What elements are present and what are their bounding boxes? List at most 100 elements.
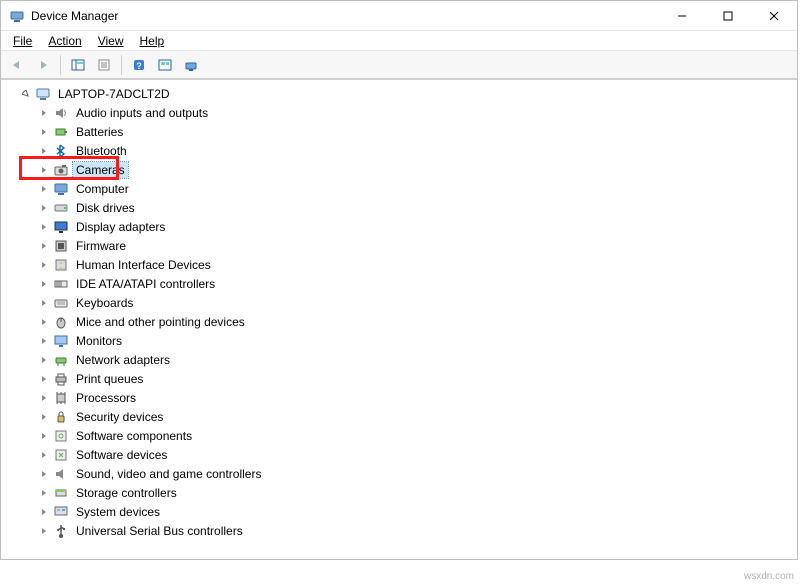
- menu-file[interactable]: File: [5, 32, 40, 50]
- maximize-button[interactable]: [705, 1, 751, 31]
- category-label: Print queues: [73, 371, 146, 387]
- tree-category-item[interactable]: Computer: [1, 179, 797, 198]
- softdev-icon: [53, 447, 69, 463]
- tree-category-item[interactable]: System devices: [1, 502, 797, 521]
- tree-category-item[interactable]: IDE ATA/ATAPI controllers: [1, 274, 797, 293]
- scan-hardware-button[interactable]: [153, 54, 177, 76]
- category-label: Storage controllers: [73, 485, 180, 501]
- category-label: Cameras: [73, 162, 128, 178]
- expander-icon[interactable]: [37, 258, 51, 272]
- category-label: Computer: [73, 181, 132, 197]
- expander-icon[interactable]: [37, 277, 51, 291]
- category-label: IDE ATA/ATAPI controllers: [73, 276, 218, 292]
- expander-icon[interactable]: [37, 353, 51, 367]
- window-title: Device Manager: [31, 9, 118, 23]
- cpu-icon: [53, 390, 69, 406]
- tree-category-item[interactable]: Universal Serial Bus controllers: [1, 521, 797, 540]
- speaker-icon: [53, 105, 69, 121]
- category-label: Software components: [73, 428, 195, 444]
- category-label: Human Interface Devices: [73, 257, 214, 273]
- tree-category-item[interactable]: Processors: [1, 388, 797, 407]
- tree-category-item[interactable]: Software devices: [1, 445, 797, 464]
- properties-button[interactable]: [92, 54, 116, 76]
- device-tree[interactable]: LAPTOP-7ADCLT2D Audio inputs and outputs…: [1, 79, 797, 559]
- tree-category-item[interactable]: Bluetooth: [1, 141, 797, 160]
- svg-text:?: ?: [136, 61, 142, 71]
- expander-icon[interactable]: [37, 391, 51, 405]
- toolbar: ?: [1, 51, 797, 79]
- tree-category-item[interactable]: Network adapters: [1, 350, 797, 369]
- titlebar: Device Manager: [1, 1, 797, 31]
- system-icon: [53, 504, 69, 520]
- expander-icon[interactable]: [37, 182, 51, 196]
- menu-view[interactable]: View: [90, 32, 132, 50]
- category-label: Display adapters: [73, 219, 168, 235]
- expander-icon[interactable]: [37, 239, 51, 253]
- expander-icon[interactable]: [37, 524, 51, 538]
- tree-category-item[interactable]: Monitors: [1, 331, 797, 350]
- expander-icon[interactable]: [37, 486, 51, 500]
- expander-icon[interactable]: [37, 372, 51, 386]
- category-label: Batteries: [73, 124, 126, 140]
- expander-icon[interactable]: [37, 163, 51, 177]
- forward-button[interactable]: [31, 54, 55, 76]
- expander-icon[interactable]: [37, 429, 51, 443]
- tree-category-item[interactable]: Storage controllers: [1, 483, 797, 502]
- expander-icon[interactable]: [19, 87, 33, 101]
- tree-category-item[interactable]: Security devices: [1, 407, 797, 426]
- tree-category-item[interactable]: Disk drives: [1, 198, 797, 217]
- expander-icon[interactable]: [37, 467, 51, 481]
- category-label: Audio inputs and outputs: [73, 105, 211, 121]
- expander-icon[interactable]: [37, 220, 51, 234]
- battery-icon: [53, 124, 69, 140]
- app-icon: [9, 8, 25, 24]
- expander-icon[interactable]: [37, 505, 51, 519]
- show-hide-console-tree-button[interactable]: [66, 54, 90, 76]
- computer-name-label: LAPTOP-7ADCLT2D: [55, 86, 173, 102]
- tree-root-computer[interactable]: LAPTOP-7ADCLT2D: [1, 84, 797, 103]
- category-label: Mice and other pointing devices: [73, 314, 248, 330]
- menu-help[interactable]: Help: [132, 32, 173, 50]
- tree-category-item[interactable]: Print queues: [1, 369, 797, 388]
- tree-category-item[interactable]: Keyboards: [1, 293, 797, 312]
- expander-icon[interactable]: [37, 125, 51, 139]
- firmware-icon: [53, 238, 69, 254]
- storage-icon: [53, 485, 69, 501]
- ide-icon: [53, 276, 69, 292]
- tree-category-item[interactable]: Human Interface Devices: [1, 255, 797, 274]
- category-label: Processors: [73, 390, 139, 406]
- tree-category-item[interactable]: Mice and other pointing devices: [1, 312, 797, 331]
- category-label: Software devices: [73, 447, 170, 463]
- tree-category-item[interactable]: Firmware: [1, 236, 797, 255]
- expander-icon[interactable]: [37, 106, 51, 120]
- expander-icon[interactable]: [37, 448, 51, 462]
- help-button[interactable]: ?: [127, 54, 151, 76]
- softcomp-icon: [53, 428, 69, 444]
- bluetooth-icon: [53, 143, 69, 159]
- toolbar-separator: [121, 55, 122, 75]
- minimize-button[interactable]: [659, 1, 705, 31]
- close-button[interactable]: [751, 1, 797, 31]
- tree-category-item[interactable]: Software components: [1, 426, 797, 445]
- tree-category-item[interactable]: Cameras: [1, 160, 797, 179]
- expander-icon[interactable]: [37, 315, 51, 329]
- expander-icon[interactable]: [37, 144, 51, 158]
- watermark: wsxdn.com: [744, 571, 794, 582]
- display-icon: [53, 219, 69, 235]
- back-button[interactable]: [5, 54, 29, 76]
- computer-icon: [53, 181, 69, 197]
- tree-category-item[interactable]: Audio inputs and outputs: [1, 103, 797, 122]
- tree-category-item[interactable]: Display adapters: [1, 217, 797, 236]
- hid-icon: [53, 257, 69, 273]
- tree-category-item[interactable]: Batteries: [1, 122, 797, 141]
- menubar: File Action View Help: [1, 31, 797, 51]
- tree-category-item[interactable]: Sound, video and game controllers: [1, 464, 797, 483]
- expander-icon[interactable]: [37, 201, 51, 215]
- category-label: Network adapters: [73, 352, 173, 368]
- menu-action[interactable]: Action: [40, 32, 89, 50]
- category-label: Sound, video and game controllers: [73, 466, 264, 482]
- update-driver-button[interactable]: [179, 54, 203, 76]
- expander-icon[interactable]: [37, 334, 51, 348]
- expander-icon[interactable]: [37, 296, 51, 310]
- expander-icon[interactable]: [37, 410, 51, 424]
